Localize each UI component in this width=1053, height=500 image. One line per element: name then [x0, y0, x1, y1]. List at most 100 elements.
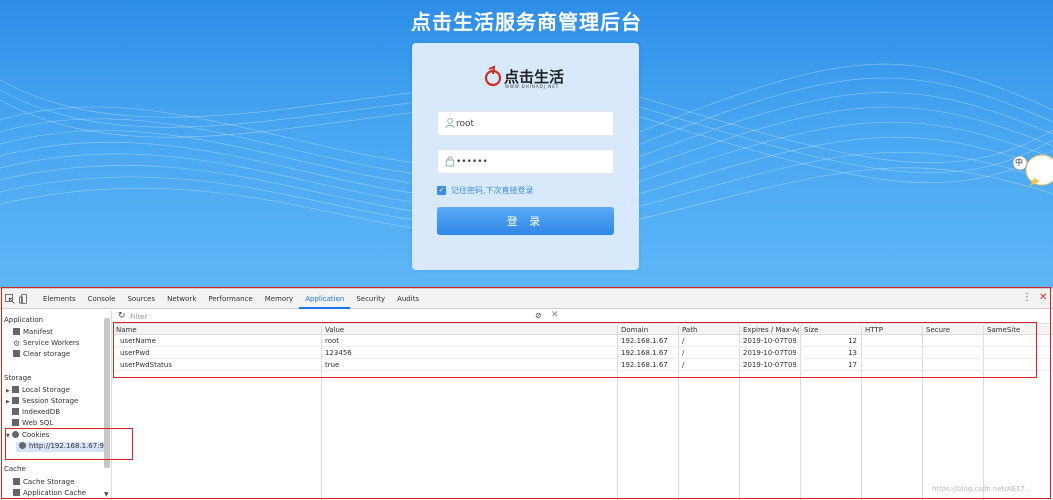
sidebar-item-label: Clear storage — [23, 350, 71, 358]
column-header-name[interactable]: Name — [116, 325, 320, 335]
grid-icon — [13, 489, 20, 496]
grid-icon — [12, 397, 19, 404]
cell-name: userPwdStatus — [120, 361, 172, 369]
cookie-table: Name Value Domain Path Expires / Max-Age Size… — [113, 325, 1053, 500]
cell-size: 17 — [848, 361, 857, 369]
sidebar-item-label: Service Workers — [23, 339, 80, 347]
assistant-bubble-icon — [1012, 154, 1053, 186]
remember-label: 记住密码,下次直接登录 — [451, 186, 534, 195]
column-header-domain[interactable]: Domain — [621, 325, 677, 335]
cell-domain: 192.168.1.67 — [621, 337, 668, 345]
sidebar-item-label: Web SQL — [22, 419, 54, 427]
cell-name: userPwd — [120, 349, 150, 357]
cell-path: / — [682, 337, 685, 345]
cell-expires: 2019-10-07T09:1... — [743, 361, 796, 369]
sidebar-item-clear-storage[interactable]: Clear storage — [13, 350, 70, 360]
database-icon — [13, 478, 20, 485]
page-title: 点击生活服务商管理后台 — [411, 10, 642, 34]
cell-size: 13 — [848, 349, 857, 357]
cookie-filter-bar: ↻ ⊘ ✕ — [113, 310, 1053, 324]
watermark: https://blog.csdn.net/AE17.. — [932, 485, 1030, 493]
column-header-expires-max-age[interactable]: Expires / Max-Age — [743, 325, 799, 335]
remember-checkbox[interactable]: ✓ — [437, 186, 446, 195]
tab-application[interactable]: Application — [299, 289, 351, 309]
inspect-element-icon[interactable] — [5, 294, 15, 304]
cell-value: true — [325, 361, 340, 369]
logo-mark-icon — [484, 65, 502, 87]
sidebar-item-label: Application Cache — [23, 489, 87, 497]
devtools-toolbar: Elements Console Sources Network Performance… — [0, 289, 1053, 309]
column-header-samesite[interactable]: SameSite — [987, 325, 1051, 335]
sidebar-item-manifest[interactable]: Manifest — [13, 328, 53, 338]
scroll-down-icon[interactable]: ▼ — [104, 491, 109, 498]
login-button[interactable]: 登 录 — [437, 207, 614, 235]
sidebar-item-label: Local Storage — [22, 386, 70, 394]
sidebar-item-application-cache[interactable]: Application Cache — [13, 489, 86, 499]
sidebar-item-label: Cookies — [22, 431, 50, 439]
floating-assistant-widget[interactable]: 中 — [1012, 148, 1053, 192]
sidebar-item-web-sql[interactable]: Web SQL — [12, 419, 53, 429]
tab-performance[interactable]: Performance — [202, 289, 258, 309]
device-toolbar-icon[interactable] — [19, 294, 29, 304]
username-input[interactable] — [456, 115, 606, 132]
cell-value: root — [325, 337, 340, 345]
column-header-value[interactable]: Value — [325, 325, 616, 335]
tab-audits[interactable]: Audits — [391, 289, 425, 309]
sidebar-item-local-storage[interactable]: ▶ Local Storage — [6, 386, 70, 396]
tab-sources[interactable]: Sources — [121, 289, 161, 309]
column-header-path[interactable]: Path — [682, 325, 738, 335]
login-page: 点击生活服务商管理后台 点击生活 WWW.DHINADJ.NET root ••… — [0, 0, 1053, 288]
sidebar-item-cookie-origin[interactable]: http://192.168.1.67:9113 — [16, 442, 104, 452]
username-field[interactable] — [437, 111, 614, 136]
sidebar-heading-cache: Cache — [4, 465, 26, 473]
more-options-icon[interactable]: ⋮ — [1022, 292, 1032, 303]
column-header-size[interactable]: Size — [804, 325, 860, 335]
sidebar-item-label: http://192.168.1.67:9113 — [29, 442, 104, 450]
tab-memory[interactable]: Memory — [259, 289, 299, 309]
lock-icon — [445, 156, 455, 167]
sidebar-item-label: Manifest — [23, 328, 53, 336]
sidebar-item-cache-storage[interactable]: Cache Storage — [13, 478, 74, 488]
refresh-icon[interactable]: ↻ — [118, 311, 126, 321]
cookie-icon — [12, 431, 19, 438]
application-sidebar: Application Manifest ⚙ Service Workers Cl… — [0, 310, 112, 500]
user-icon — [445, 118, 455, 129]
column-header-http[interactable]: HTTP — [865, 325, 921, 335]
tab-elements[interactable]: Elements — [37, 289, 82, 309]
tab-console[interactable]: Console — [82, 289, 122, 309]
sidebar-item-cookies[interactable]: ▼ Cookies — [6, 431, 49, 441]
clear-all-icon[interactable]: ⊘ — [535, 311, 542, 320]
trash-icon — [13, 350, 20, 357]
sidebar-item-service-workers[interactable]: ⚙ Service Workers — [13, 339, 79, 349]
sidebar-scrollbar[interactable] — [104, 318, 110, 468]
database-icon — [12, 408, 19, 415]
cell-domain: 192.168.1.67 — [621, 361, 668, 369]
cookie-icon — [19, 442, 26, 449]
database-icon — [12, 419, 19, 426]
delete-selected-icon[interactable]: ✕ — [551, 310, 559, 320]
sidebar-item-session-storage[interactable]: ▶ Session Storage — [6, 397, 78, 407]
sidebar-item-label: Session Storage — [22, 397, 79, 405]
sidebar-item-label: IndexedDB — [22, 408, 60, 416]
sidebar-heading-storage: Storage — [4, 374, 32, 382]
filter-input[interactable] — [130, 312, 523, 322]
password-input[interactable] — [456, 153, 606, 170]
cell-name: userName — [120, 337, 156, 345]
cell-value: 123456 — [325, 349, 352, 357]
column-header-secure[interactable]: Secure — [926, 325, 982, 335]
cell-expires: 2019-10-07T09:1... — [743, 337, 796, 345]
password-field[interactable] — [437, 149, 614, 174]
sidebar-item-indexeddb[interactable]: IndexedDB — [12, 408, 60, 418]
cell-path: / — [682, 349, 685, 357]
cell-expires: 2019-10-07T09:1... — [743, 349, 796, 357]
tab-security[interactable]: Security — [350, 289, 391, 309]
devtools-tabs: Elements Console Sources Network Performance… — [37, 289, 425, 309]
close-icon[interactable]: ✕ — [1039, 292, 1047, 303]
login-card: 点击生活 WWW.DHINADJ.NET ✓ 记住密码,下次直接登录 登 录 — [412, 43, 639, 270]
tab-network[interactable]: Network — [161, 289, 202, 309]
file-icon — [13, 328, 20, 335]
cell-domain: 192.168.1.67 — [621, 349, 668, 357]
sidebar-heading-application: Application — [4, 316, 44, 324]
brand-logo: 点击生活 WWW.DHINADJ.NET — [484, 65, 574, 93]
logo-subtext: WWW.DHINADJ.NET — [505, 84, 560, 89]
